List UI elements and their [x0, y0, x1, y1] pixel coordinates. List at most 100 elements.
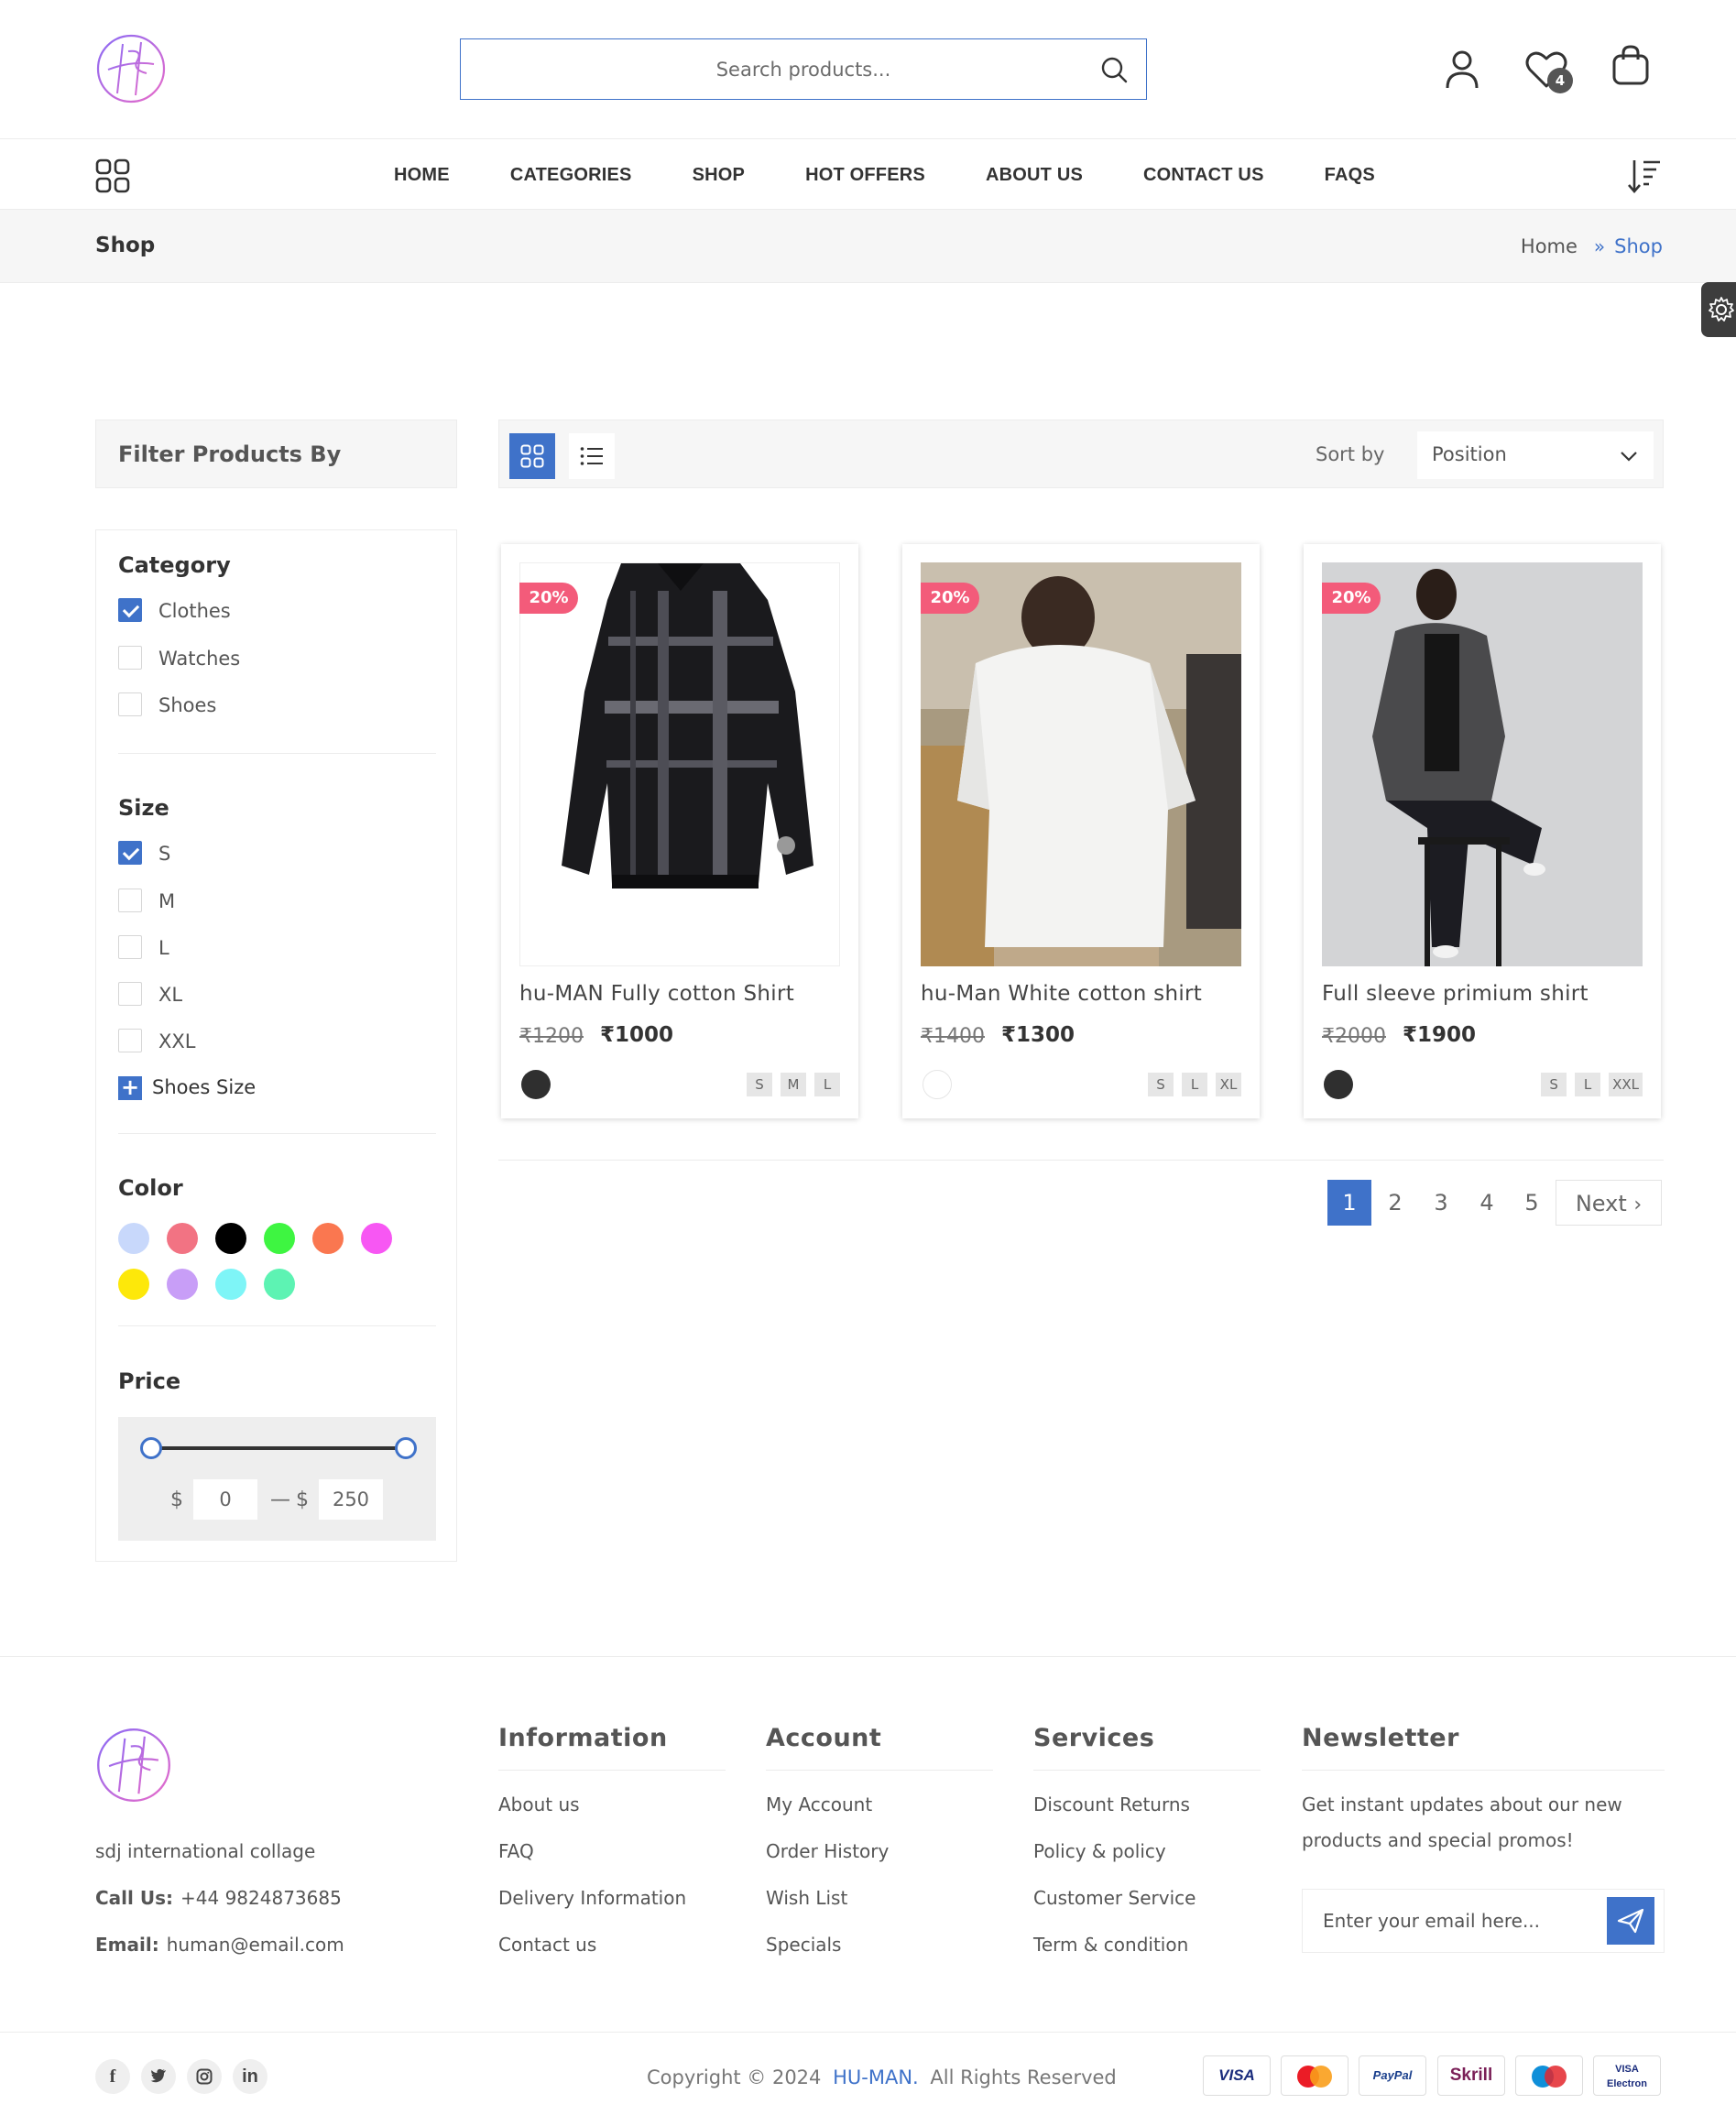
search-input[interactable]: [461, 39, 1146, 99]
phone-value[interactable]: +44 9824873685: [180, 1887, 342, 1909]
footer-link-customer-service[interactable]: Customer Service: [1033, 1887, 1196, 1909]
category-watches-label[interactable]: Watches: [158, 648, 240, 670]
linkedin-icon[interactable]: in: [233, 2059, 267, 2094]
size-xxl-label[interactable]: XXL: [158, 1030, 195, 1052]
size-xxl-checkbox[interactable]: [118, 1029, 142, 1052]
size-option[interactable]: L: [1575, 1073, 1601, 1096]
nav-item-faqs[interactable]: FAQS: [1325, 165, 1375, 186]
footer-brand-logo[interactable]: [95, 1727, 172, 1804]
next-page-button[interactable]: Next ›: [1556, 1180, 1662, 1226]
instagram-icon[interactable]: [187, 2059, 222, 2094]
color-swatch[interactable]: [167, 1269, 198, 1300]
size-xl-label[interactable]: XL: [158, 984, 182, 1006]
nav-item-home[interactable]: HOME: [394, 165, 450, 186]
size-option[interactable]: S: [747, 1073, 772, 1096]
page-link-2[interactable]: 2: [1380, 1180, 1411, 1226]
footer-link-order-history[interactable]: Order History: [766, 1840, 889, 1862]
price-slider-max-handle[interactable]: [395, 1437, 417, 1459]
size-option[interactable]: M: [781, 1073, 806, 1096]
product-image[interactable]: [1322, 562, 1643, 966]
product-name[interactable]: hu-MAN Fully cotton Shirt: [519, 982, 794, 1006]
size-option[interactable]: S: [1541, 1073, 1567, 1096]
category-grid-icon[interactable]: [95, 158, 130, 193]
color-swatch[interactable]: [118, 1269, 149, 1300]
category-shoes-checkbox[interactable]: [118, 692, 142, 716]
footer-link-specials[interactable]: Specials: [766, 1934, 841, 1956]
category-shoes-label[interactable]: Shoes: [158, 694, 216, 716]
sort-select[interactable]: Position: [1417, 431, 1654, 479]
newsletter-email-input[interactable]: [1303, 1890, 1605, 1952]
search-box[interactable]: [460, 38, 1147, 100]
color-swatch[interactable]: [361, 1223, 392, 1254]
color-swatch[interactable]: [215, 1269, 246, 1300]
size-s-label[interactable]: S: [158, 843, 170, 865]
size-xl-checkbox[interactable]: [118, 982, 142, 1006]
category-clothes-checkbox[interactable]: [118, 598, 142, 622]
product-name[interactable]: Full sleeve primium shirt: [1322, 982, 1589, 1006]
size-option[interactable]: XXL: [1609, 1073, 1643, 1096]
brand-link[interactable]: HU-MAN.: [833, 2066, 919, 2088]
product-card[interactable]: 20% hu-Man White cotton shirt ₹1400 ₹130…: [902, 544, 1260, 1118]
category-watches-checkbox[interactable]: [118, 646, 142, 670]
user-icon[interactable]: [1438, 46, 1486, 93]
email-value[interactable]: human@email.com: [167, 1934, 344, 1956]
size-l-label[interactable]: L: [158, 937, 169, 959]
nav-item-hot-offers[interactable]: HOT OFFERS: [805, 165, 925, 186]
search-icon[interactable]: [1098, 54, 1130, 85]
footer-link-policy[interactable]: Policy & policy: [1033, 1840, 1166, 1862]
settings-panel-toggle[interactable]: [1701, 282, 1736, 337]
price-slider-track[interactable]: [151, 1446, 406, 1450]
size-option[interactable]: XL: [1216, 1073, 1241, 1096]
shopping-bag-icon[interactable]: [1607, 42, 1654, 90]
page-link-4[interactable]: 4: [1471, 1180, 1502, 1226]
expand-plus-icon[interactable]: +: [118, 1076, 142, 1100]
nav-item-categories[interactable]: CATEGORIES: [510, 165, 632, 186]
product-name[interactable]: hu-Man White cotton shirt: [921, 982, 1202, 1006]
color-swatch[interactable]: [118, 1223, 149, 1254]
page-link-5[interactable]: 5: [1516, 1180, 1547, 1226]
list-view-button[interactable]: [569, 433, 615, 479]
product-card[interactable]: 20% Full sleeve primium shirt ₹2000 ₹190…: [1304, 544, 1661, 1118]
page-link-3[interactable]: 3: [1425, 1180, 1457, 1226]
footer-link-wish-list[interactable]: Wish List: [766, 1887, 847, 1909]
facebook-icon[interactable]: f: [95, 2059, 130, 2094]
sort-filter-icon[interactable]: [1627, 157, 1662, 195]
product-image[interactable]: [519, 562, 840, 966]
page-link-1[interactable]: 1: [1327, 1180, 1371, 1226]
category-clothes-label[interactable]: Clothes: [158, 600, 231, 622]
size-l-checkbox[interactable]: [118, 935, 142, 959]
price-max-input[interactable]: 250: [319, 1479, 383, 1520]
price-min-input[interactable]: 0: [193, 1479, 257, 1520]
product-image[interactable]: [921, 562, 1241, 966]
product-color-swatch[interactable]: [923, 1070, 952, 1099]
product-color-swatch[interactable]: [1324, 1070, 1353, 1099]
footer-link-terms[interactable]: Term & condition: [1033, 1934, 1188, 1956]
color-swatch[interactable]: [264, 1223, 295, 1254]
nav-item-contact-us[interactable]: CONTACT US: [1143, 165, 1264, 186]
size-s-checkbox[interactable]: [118, 841, 142, 865]
size-m-checkbox[interactable]: [118, 889, 142, 912]
breadcrumb-home-link[interactable]: Home: [1521, 235, 1578, 257]
shoes-size-toggle[interactable]: Shoes Size: [152, 1076, 256, 1098]
size-option[interactable]: L: [1182, 1073, 1207, 1096]
footer-link-my-account[interactable]: My Account: [766, 1793, 872, 1815]
grid-view-button[interactable]: [509, 433, 555, 479]
nav-item-shop[interactable]: SHOP: [693, 165, 745, 186]
color-swatch[interactable]: [312, 1223, 344, 1254]
nav-item-about-us[interactable]: ABOUT US: [986, 165, 1083, 186]
size-option[interactable]: L: [814, 1073, 840, 1096]
footer-link-discount-returns[interactable]: Discount Returns: [1033, 1793, 1190, 1815]
size-option[interactable]: S: [1148, 1073, 1174, 1096]
footer-link-contact-us[interactable]: Contact us: [498, 1934, 596, 1956]
product-card[interactable]: 20% hu-MAN Fully cotton Shirt ₹1200 ₹100…: [501, 544, 858, 1118]
brand-logo[interactable]: [95, 33, 167, 104]
footer-link-faq[interactable]: FAQ: [498, 1840, 534, 1862]
color-swatch[interactable]: [167, 1223, 198, 1254]
footer-link-delivery[interactable]: Delivery Information: [498, 1887, 686, 1909]
price-slider-min-handle[interactable]: [140, 1437, 162, 1459]
size-m-label[interactable]: M: [158, 890, 175, 912]
twitter-icon[interactable]: [141, 2059, 176, 2094]
product-color-swatch[interactable]: [521, 1070, 551, 1099]
footer-link-about-us[interactable]: About us: [498, 1793, 580, 1815]
color-swatch[interactable]: [264, 1269, 295, 1300]
